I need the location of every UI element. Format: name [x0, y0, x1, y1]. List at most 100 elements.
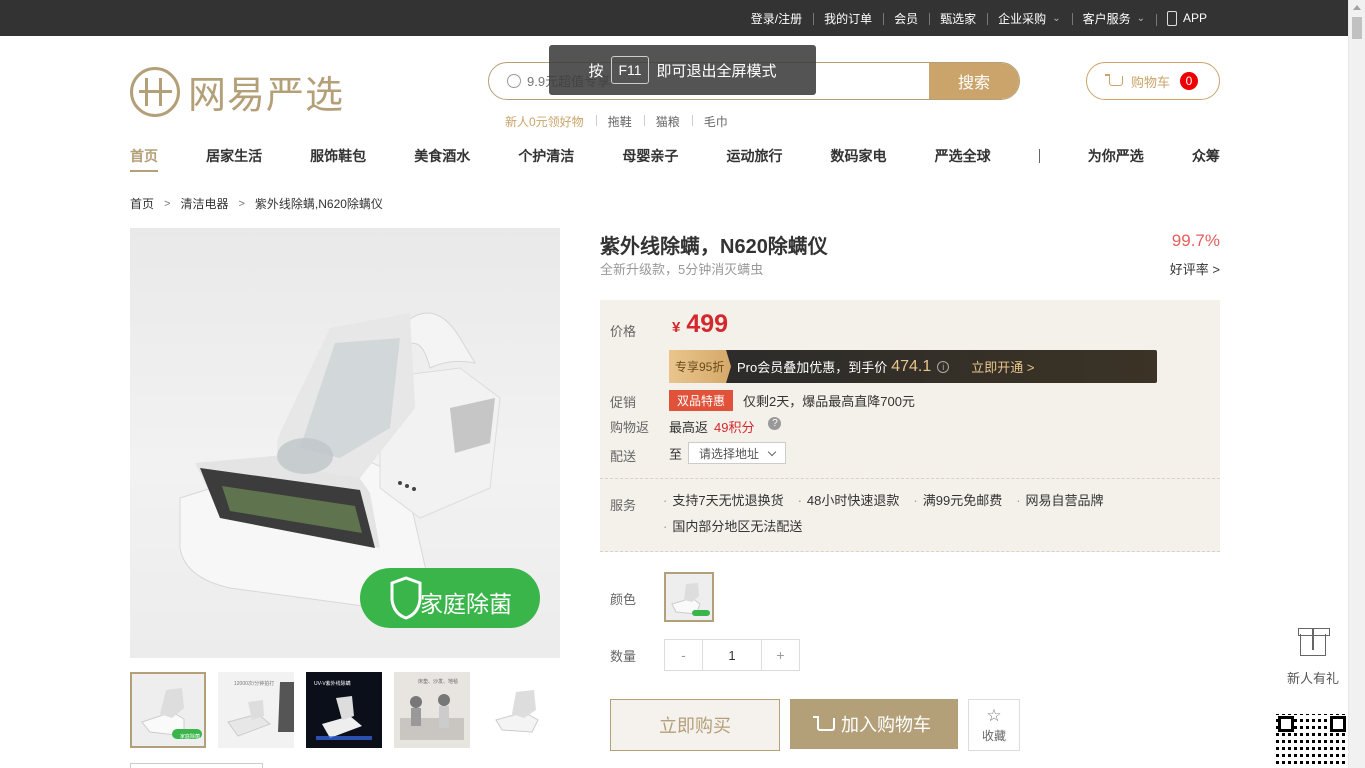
breadcrumb-category[interactable]: 清洁电器	[180, 195, 228, 212]
gift-label: 新人有礼	[1286, 671, 1339, 686]
enterprise-menu[interactable]: 企业采购 ⌄	[987, 10, 1071, 27]
nav-item-global[interactable]: 严选全球	[935, 146, 991, 172]
search-icon	[507, 74, 521, 88]
chevron-right-icon: >	[238, 197, 245, 210]
nav-item-for-you[interactable]: 为你严选	[1088, 146, 1144, 172]
thumbnail-frame	[130, 763, 263, 768]
thumbnail-caption: 12000次/分钟拍打	[234, 681, 275, 687]
top-links: 登录/注册 我的订单 会员 甄选家 企业采购 ⌄ 客户服务 ⌄ APP	[740, 0, 1218, 36]
hotword-link[interactable]: 猫粮	[643, 113, 692, 130]
nav-item-apparel[interactable]: 服饰鞋包	[310, 146, 366, 172]
scrollbar-thumb[interactable]	[1352, 17, 1362, 39]
promo-row: 双品特惠 仅剩2天，爆品最高直降700元	[669, 390, 915, 411]
pro-open-link[interactable]: 立即开通 >	[971, 357, 1034, 376]
shipping-label: 配送	[610, 449, 637, 464]
selector-link[interactable]: 甄选家	[929, 10, 987, 27]
product-main-image[interactable]: 家庭除菌	[130, 228, 560, 658]
services-list: 支持7天无忧退换货 48小时快速退款 满99元免邮费 网易自营品牌 国内部分地区…	[663, 490, 1163, 535]
notice-suffix: 即可退出全屏模式	[656, 62, 777, 80]
shipping-row: 至 请选择地址	[669, 442, 787, 464]
hotword-link[interactable]: 拖鞋	[595, 113, 644, 130]
shipping-prefix: 至	[669, 446, 683, 462]
login-link[interactable]: 登录/注册	[740, 10, 813, 27]
quantity-minus-button[interactable]: -	[665, 640, 702, 670]
color-swatch-image	[671, 583, 710, 616]
promo-tag[interactable]: 双品特惠	[669, 390, 734, 411]
service-item: 满99元免邮费	[913, 490, 1002, 509]
thumbnail-strip: 家庭除菌 12000次/分钟拍打 UV-V紫外线除螨 床垫、沙发、地毯	[130, 672, 558, 748]
product-subtitle: 全新升级款，5分钟消灭螨虫	[600, 262, 764, 277]
thumbnail-5[interactable]	[482, 672, 558, 748]
add-to-cart-button[interactable]: 加入购物车	[790, 699, 958, 749]
thumbnail-4[interactable]: 床垫、沙发、地毯	[394, 672, 470, 748]
favorite-button[interactable]: ☆ 收藏	[968, 699, 1020, 751]
buy-now-button[interactable]: 立即购买	[610, 699, 780, 751]
nav-divider	[1038, 149, 1040, 163]
hotword-link[interactable]: 毛巾	[691, 113, 740, 130]
login-link-label: 登录/注册	[750, 11, 803, 26]
logo-text: 网易严选	[188, 73, 345, 117]
page-scrollbar[interactable]	[1348, 0, 1365, 768]
divider	[600, 478, 1220, 479]
cart-icon	[1105, 74, 1123, 86]
rebate-row: 最高返 49积分 ?	[669, 417, 782, 436]
category-nav: 首页 居家生活 服饰鞋包 美食酒水 个护清洁 母婴亲子 运动旅行 数码家电 严选…	[130, 146, 1220, 172]
image-badge-text: 家庭除菌	[420, 591, 512, 617]
quantity-input[interactable]: 1	[702, 640, 762, 670]
nav-item-home[interactable]: 首页	[130, 146, 158, 172]
price-value: ¥ 499	[672, 310, 728, 339]
hot-search-words: 新人0元领好物 拖鞋 猫粮 毛巾	[505, 113, 740, 130]
rating-link[interactable]: 好评率 >	[1170, 259, 1220, 278]
app-link[interactable]: APP	[1155, 10, 1218, 26]
service-item: 网易自营品牌	[1016, 490, 1104, 509]
color-swatch[interactable]	[664, 572, 714, 622]
scroll-up-arrow-icon[interactable]	[1353, 5, 1361, 10]
add-to-cart-label: 加入购物车	[841, 715, 931, 735]
promo-label: 促销	[610, 395, 637, 410]
price-number: 499	[686, 310, 729, 338]
currency-symbol: ¥	[672, 319, 681, 336]
quantity-plus-button[interactable]: +	[762, 640, 799, 670]
nav-item-baby[interactable]: 母婴亲子	[622, 146, 678, 172]
nav-item-home-living[interactable]: 居家生活	[206, 146, 262, 172]
thumbnail-illustration	[482, 672, 558, 748]
pro-price: 474.1	[891, 357, 932, 375]
nav-item-digital[interactable]: 数码家电	[831, 146, 887, 172]
thumbnail-caption: 家庭除菌	[180, 734, 201, 740]
gift-icon	[1298, 628, 1330, 656]
member-link[interactable]: 会员	[883, 10, 929, 27]
fullscreen-notice: 按 F11 即可退出全屏模式	[549, 45, 816, 95]
nav-item-food[interactable]: 美食酒水	[414, 146, 470, 172]
cart-button[interactable]: 购物车 0	[1086, 62, 1220, 100]
f11-key: F11	[611, 56, 649, 84]
rating-value: 99.7%	[1171, 231, 1220, 250]
thumbnail-2[interactable]: 12000次/分钟拍打	[218, 672, 294, 748]
info-icon[interactable]: i	[937, 360, 950, 373]
customer-service-menu[interactable]: 客户服务 ⌄	[1071, 10, 1156, 27]
site-logo[interactable]: 网易严选	[130, 64, 344, 119]
price-panel: 价格 ¥ 499 专享95折 Pro会员叠加优惠，到手价 474.1 i 立即开…	[600, 300, 1220, 552]
top-bar: 登录/注册 我的订单 会员 甄选家 企业采购 ⌄ 客户服务 ⌄ APP	[0, 0, 1348, 36]
pro-member-bar[interactable]: 专享95折 Pro会员叠加优惠，到手价 474.1 i 立即开通 >	[669, 350, 1157, 383]
service-item: 支持7天无忧退换货	[663, 490, 783, 509]
hotword-link[interactable]: 新人0元领好物	[505, 113, 596, 130]
chevron-down-icon	[767, 447, 777, 456]
thumbnail-1[interactable]: 家庭除菌	[130, 672, 206, 748]
nav-item-sports[interactable]: 运动旅行	[726, 146, 782, 172]
search-button[interactable]: 搜索	[929, 63, 1019, 99]
selector-label: 甄选家	[940, 11, 977, 26]
service-item: 国内部分地区无法配送	[663, 516, 802, 535]
breadcrumb-home[interactable]: 首页	[130, 195, 154, 212]
thumbnail-3[interactable]: UV-V紫外线除螨	[306, 672, 382, 748]
nav-item-crowdfunding[interactable]: 众筹	[1192, 146, 1220, 172]
my-orders-link[interactable]: 我的订单	[813, 10, 883, 27]
promo-text: 仅剩2天，爆品最高直降700元	[743, 394, 915, 409]
product-title: 紫外线除螨，N620除螨仪	[600, 236, 828, 258]
address-select[interactable]: 请选择地址	[688, 442, 787, 464]
nav-item-personal-care[interactable]: 个护清洁	[518, 146, 574, 172]
chevron-down-icon: ⌄	[1052, 12, 1061, 24]
cart-label: 购物车	[1131, 74, 1171, 90]
new-user-gift[interactable]: 新人有礼	[1279, 628, 1347, 687]
chevron-down-icon: ⌄	[1136, 12, 1145, 24]
help-icon[interactable]: ?	[768, 417, 782, 430]
